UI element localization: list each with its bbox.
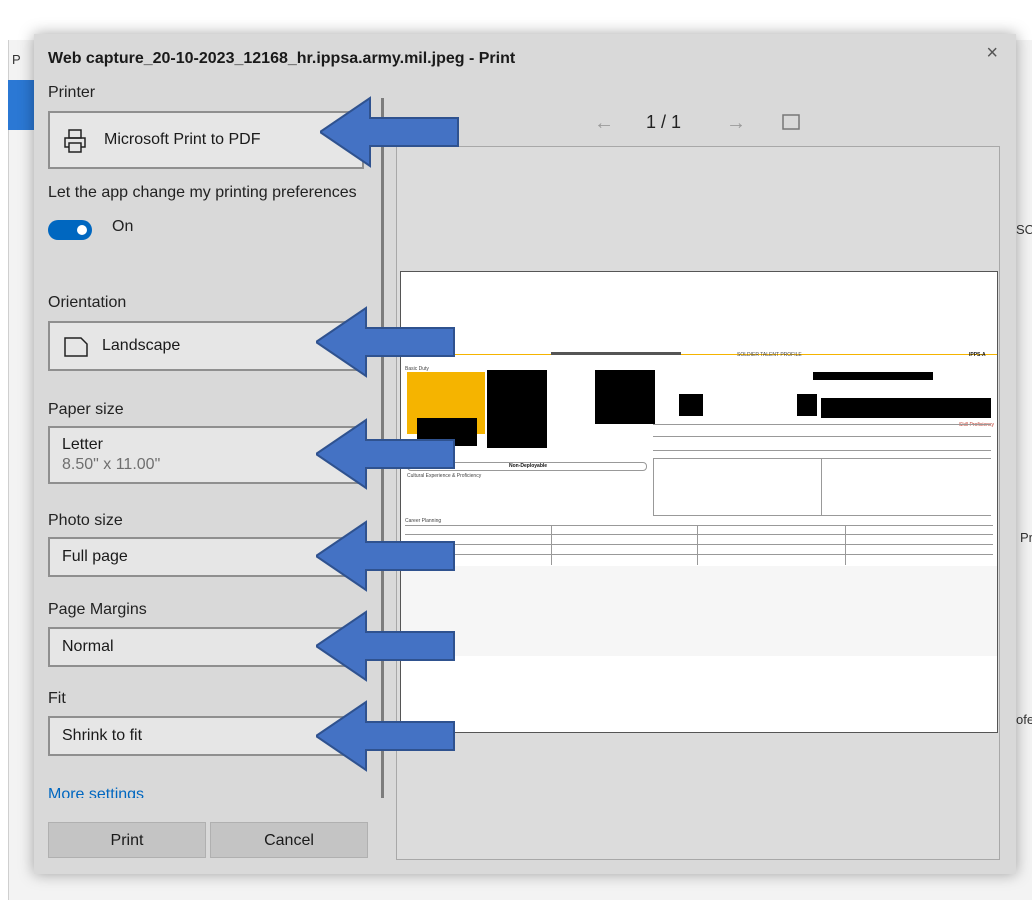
orientation-label: Orientation <box>48 294 127 311</box>
doc-skill: Skill Proficiency <box>959 422 995 428</box>
more-settings-link[interactable]: More settings <box>48 786 144 798</box>
annotation-arrow <box>316 520 455 592</box>
annotation-arrow <box>316 700 455 772</box>
dialog-title: Web capture_20-10-2023_12168_hr.ippsa.ar… <box>48 50 516 67</box>
doc-brand: IPPS-A <box>969 352 986 358</box>
page-indicator: 1 / 1 <box>646 112 682 132</box>
background-left-letter: P <box>12 52 21 67</box>
annotation-arrow <box>316 610 455 682</box>
annotation-arrow <box>316 306 455 378</box>
doc-non-deployable: Non-Deployable <box>509 463 548 469</box>
fit-value: Shrink to fit <box>62 727 143 744</box>
fullscreen-icon[interactable] <box>782 114 800 130</box>
background-text: Pr <box>1020 530 1032 545</box>
previous-page-icon[interactable]: ← <box>594 112 614 135</box>
paper-size-label: Paper size <box>48 401 124 418</box>
fit-label: Fit <box>48 690 66 707</box>
photo-size-label: Photo size <box>48 512 123 529</box>
annotation-arrow <box>316 418 455 490</box>
background-text: ofes <box>1016 712 1032 727</box>
printer-label: Printer <box>48 84 96 101</box>
orientation-value: Landscape <box>102 337 181 354</box>
printer-select[interactable]: Microsoft Print to PDF <box>48 111 364 169</box>
next-page-icon[interactable]: → <box>726 112 746 135</box>
margins-label: Page Margins <box>48 601 147 618</box>
margins-value: Normal <box>62 638 114 655</box>
doc-header-title: SOLDIER TALENT PROFILE <box>737 352 802 358</box>
preview-paper: SOLDIER TALENT PROFILE IPPS-A Basic Duty… <box>400 271 998 733</box>
cancel-button[interactable]: Cancel <box>210 822 368 858</box>
preferences-toggle[interactable] <box>48 220 92 240</box>
paper-size-dimensions: 8.50" x 11.00" <box>62 456 161 473</box>
close-icon[interactable]: × <box>986 42 998 65</box>
print-button[interactable]: Print <box>48 822 206 858</box>
background-accent-strip <box>8 80 34 130</box>
paper-size-value: Letter <box>62 436 103 453</box>
preferences-label: Let the app change my printing preferenc… <box>48 184 357 201</box>
print-dialog: Web capture_20-10-2023_12168_hr.ippsa.ar… <box>34 34 1016 874</box>
printer-value: Microsoft Print to PDF <box>104 131 261 148</box>
background-text: SC <box>1016 222 1032 237</box>
landscape-icon <box>64 337 88 357</box>
annotation-arrow <box>320 96 459 168</box>
photo-size-value: Full page <box>62 548 128 565</box>
printer-icon <box>64 129 86 153</box>
toggle-state: On <box>112 218 134 235</box>
